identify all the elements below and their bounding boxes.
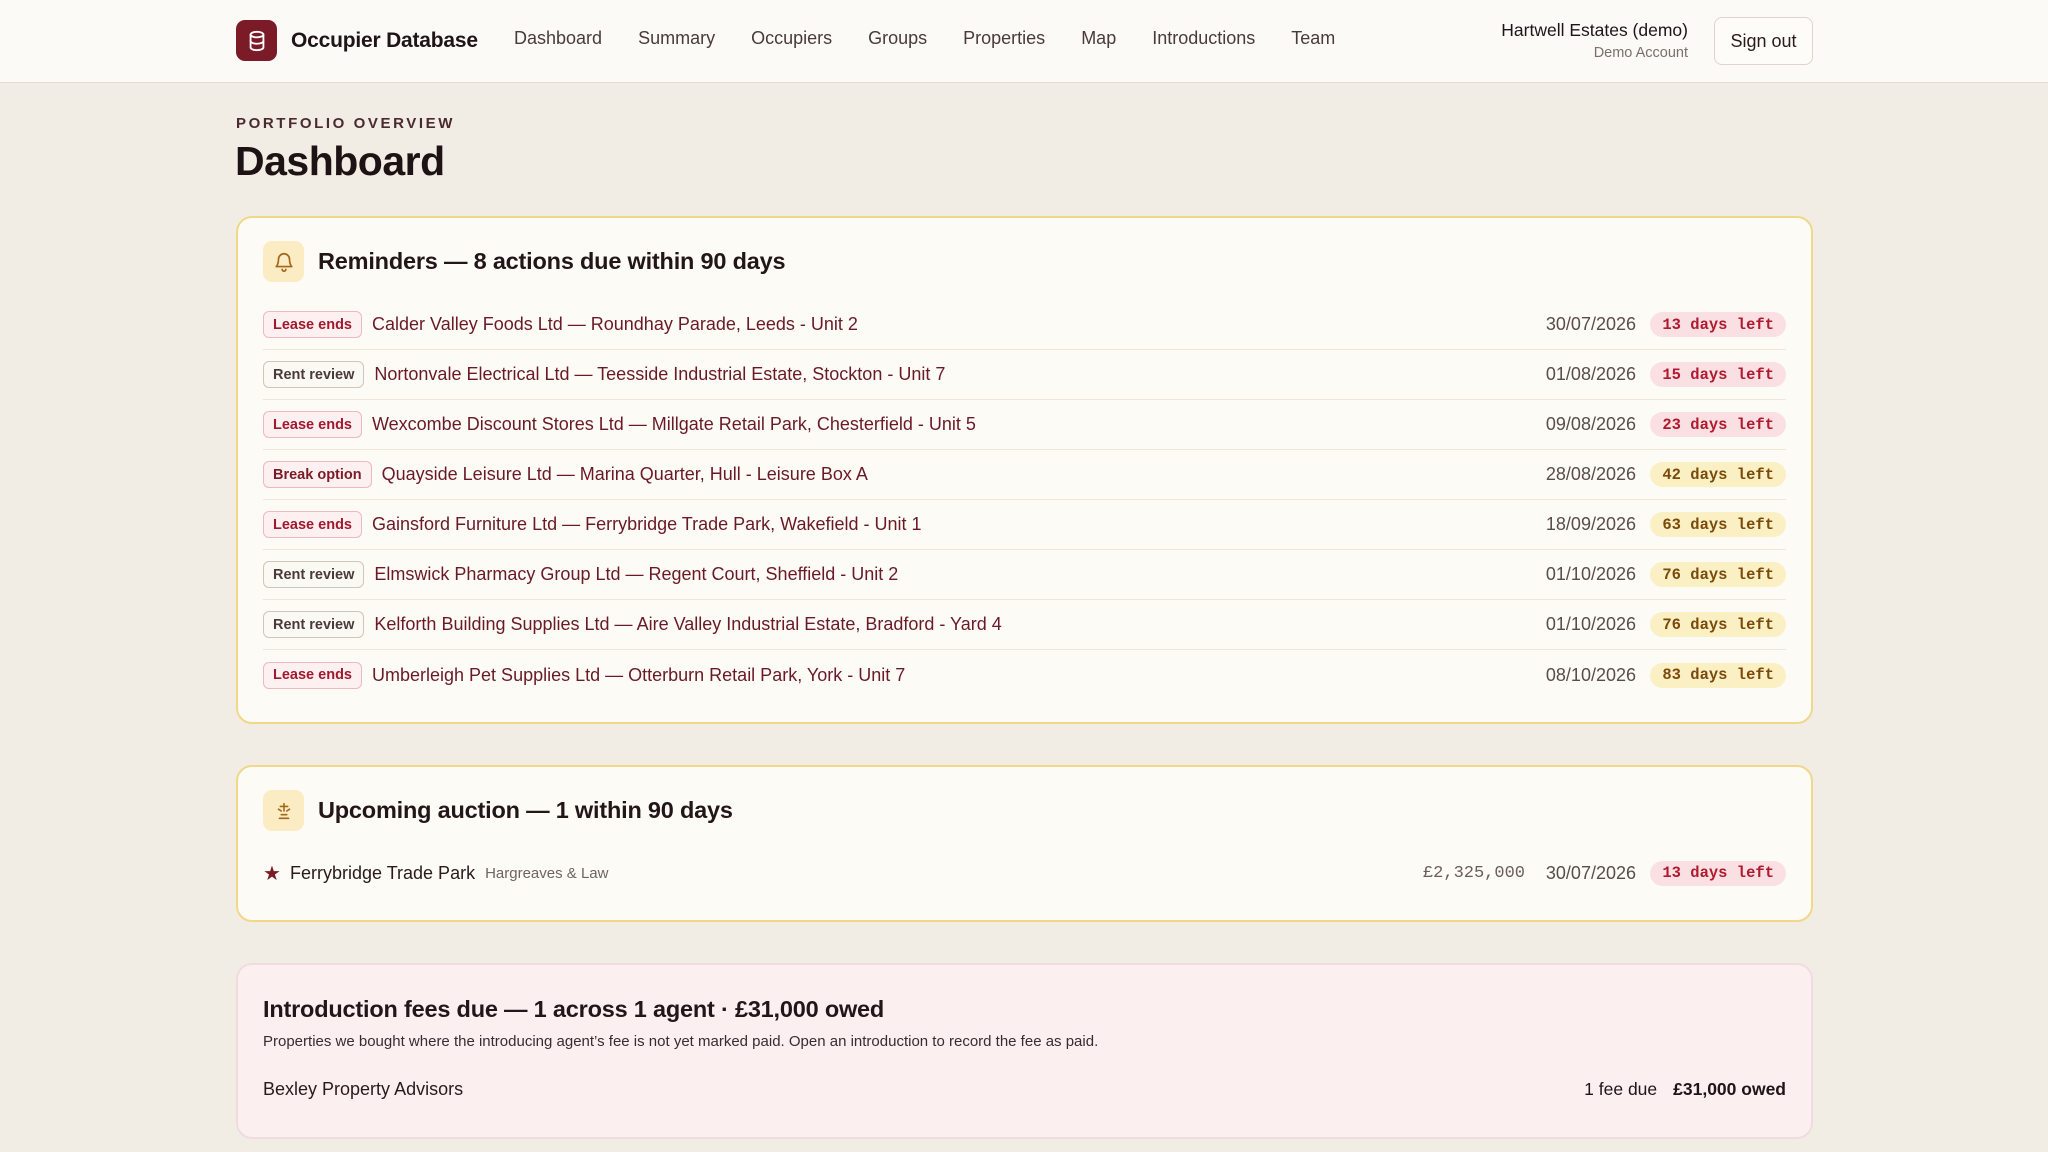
- brand[interactable]: Occupier Database: [236, 20, 478, 61]
- reminder-date: 01/10/2026: [1545, 564, 1636, 584]
- reminder-row[interactable]: Rent review Elmswick Pharmacy Group Ltd …: [263, 550, 1786, 600]
- page-eyebrow: PORTFOLIO OVERVIEW: [236, 115, 456, 132]
- reminder-type-badge: Lease ends: [263, 661, 362, 689]
- reminder-row[interactable]: Rent review Kelforth Building Supplies L…: [263, 600, 1786, 650]
- nav-properties[interactable]: Properties: [963, 28, 1045, 49]
- reminder-text[interactable]: Nortonvale Electrical Ltd — Teesside Ind…: [374, 364, 945, 385]
- introduction-fees-card: Introduction fees due — 1 across 1 agent…: [236, 963, 1813, 1139]
- auction-price: £2,325,000: [1422, 863, 1525, 883]
- nav-occupiers[interactable]: Occupiers: [751, 28, 832, 49]
- reminder-type-badge: Lease ends: [263, 311, 362, 338]
- days-left-badge: 83 days left: [1650, 662, 1786, 688]
- reminders-card: Reminders — 8 actions due within 90 days…: [236, 216, 1813, 724]
- days-left-badge: 23 days left: [1650, 412, 1786, 437]
- reminder-type-badge: Rent review: [263, 361, 365, 388]
- reminder-date: 30/07/2026: [1545, 314, 1636, 334]
- reminder-date: 01/10/2026: [1545, 614, 1636, 634]
- reminder-type-badge: Lease ends: [263, 411, 362, 438]
- days-left-badge: 13 days left: [1650, 860, 1786, 886]
- reminder-row[interactable]: Lease ends Gainsford Furniture Ltd — Fer…: [263, 500, 1786, 550]
- fees-description: Properties we bought where the introduci…: [263, 1033, 1099, 1050]
- auction-date: 30/07/2026: [1545, 862, 1636, 883]
- reminder-date: 08/10/2026: [1545, 664, 1636, 685]
- reminder-row[interactable]: Lease ends Wexcombe Discount Stores Ltd …: [263, 400, 1786, 450]
- account-subtitle: Demo Account: [1593, 45, 1688, 61]
- nav-team[interactable]: Team: [1291, 28, 1335, 49]
- fees-summary: 1 fee due £31,000 owed: [1584, 1079, 1786, 1100]
- nav-dashboard[interactable]: Dashboard: [514, 28, 602, 49]
- days-left-badge: 63 days left: [1650, 512, 1786, 537]
- reminder-type-badge: Rent review: [263, 561, 365, 588]
- reminder-text[interactable]: Wexcombe Discount Stores Ltd — Millgate …: [372, 414, 976, 435]
- nav-groups[interactable]: Groups: [868, 28, 927, 49]
- fees-agent-name[interactable]: Bexley Property Advisors: [263, 1079, 463, 1100]
- auction-card: Upcoming auction — 1 within 90 days ★ Fe…: [236, 765, 1813, 922]
- reminder-row[interactable]: Break option Quayside Leisure Ltd — Mari…: [263, 450, 1786, 500]
- auction-header: Upcoming auction — 1 within 90 days: [263, 790, 733, 831]
- sign-out-button[interactable]: Sign out: [1714, 17, 1813, 65]
- reminder-row[interactable]: Rent review Nortonvale Electrical Ltd — …: [263, 350, 1786, 400]
- top-navigation-bar: Occupier Database Dashboard Summary Occu…: [0, 0, 2048, 83]
- reminder-text[interactable]: Calder Valley Foods Ltd — Roundhay Parad…: [372, 314, 858, 335]
- fees-owed: £31,000 owed: [1673, 1079, 1786, 1099]
- bell-icon: [263, 241, 304, 282]
- reminder-type-badge: Lease ends: [263, 511, 362, 538]
- fees-count: 1 fee due: [1584, 1079, 1658, 1099]
- reminder-date: 18/09/2026: [1545, 514, 1636, 534]
- reminder-type-badge: Break option: [263, 461, 372, 488]
- reminder-text[interactable]: Umberleigh Pet Supplies Ltd — Otterburn …: [372, 665, 905, 686]
- days-left-badge: 15 days left: [1650, 362, 1786, 387]
- auction-property-name[interactable]: Ferrybridge Trade Park: [290, 863, 475, 884]
- fees-title: Introduction fees due — 1 across 1 agent…: [263, 996, 885, 1022]
- auction-agent: Hargreaves & Law: [485, 864, 609, 882]
- nav-summary[interactable]: Summary: [638, 28, 715, 49]
- reminders-header: Reminders — 8 actions due within 90 days: [263, 241, 786, 282]
- nav-introductions[interactable]: Introductions: [1152, 28, 1255, 49]
- reminder-text[interactable]: Elmswick Pharmacy Group Ltd — Regent Cou…: [374, 564, 898, 585]
- reminder-text[interactable]: Gainsford Furniture Ltd — Ferrybridge Tr…: [372, 514, 922, 535]
- reminder-text[interactable]: Quayside Leisure Ltd — Marina Quarter, H…: [382, 464, 868, 485]
- reminder-row[interactable]: Lease ends Calder Valley Foods Ltd — Rou…: [263, 300, 1786, 350]
- database-icon: [236, 20, 277, 61]
- page-title: Dashboard: [235, 138, 445, 184]
- account-name: Hartwell Estates (demo): [1501, 20, 1688, 40]
- reminder-date: 28/08/2026: [1545, 464, 1636, 484]
- days-left-badge: 13 days left: [1650, 312, 1786, 337]
- nav-map[interactable]: Map: [1081, 28, 1116, 49]
- auction-title: Upcoming auction — 1 within 90 days: [318, 797, 733, 823]
- reminder-row[interactable]: Lease ends Umberleigh Pet Supplies Ltd —…: [263, 650, 1786, 700]
- days-left-badge: 76 days left: [1650, 562, 1786, 587]
- reminders-title: Reminders — 8 actions due within 90 days: [318, 248, 786, 274]
- main-nav: Dashboard Summary Occupiers Groups Prope…: [514, 28, 1371, 49]
- days-left-badge: 42 days left: [1650, 462, 1786, 487]
- reminder-text[interactable]: Kelforth Building Supplies Ltd — Aire Va…: [374, 614, 1001, 635]
- reminder-type-badge: Rent review: [263, 611, 365, 638]
- days-left-badge: 76 days left: [1650, 612, 1786, 637]
- auction-row[interactable]: ★ Ferrybridge Trade Park Hargreaves & La…: [263, 858, 1786, 888]
- star-icon: ★: [263, 862, 281, 885]
- app-name: Occupier Database: [291, 28, 478, 52]
- reminder-date: 09/08/2026: [1545, 414, 1636, 434]
- reminder-date: 01/08/2026: [1545, 364, 1636, 384]
- account-info: Hartwell Estates (demo) Demo Account: [1501, 20, 1688, 61]
- gavel-icon: [263, 790, 304, 831]
